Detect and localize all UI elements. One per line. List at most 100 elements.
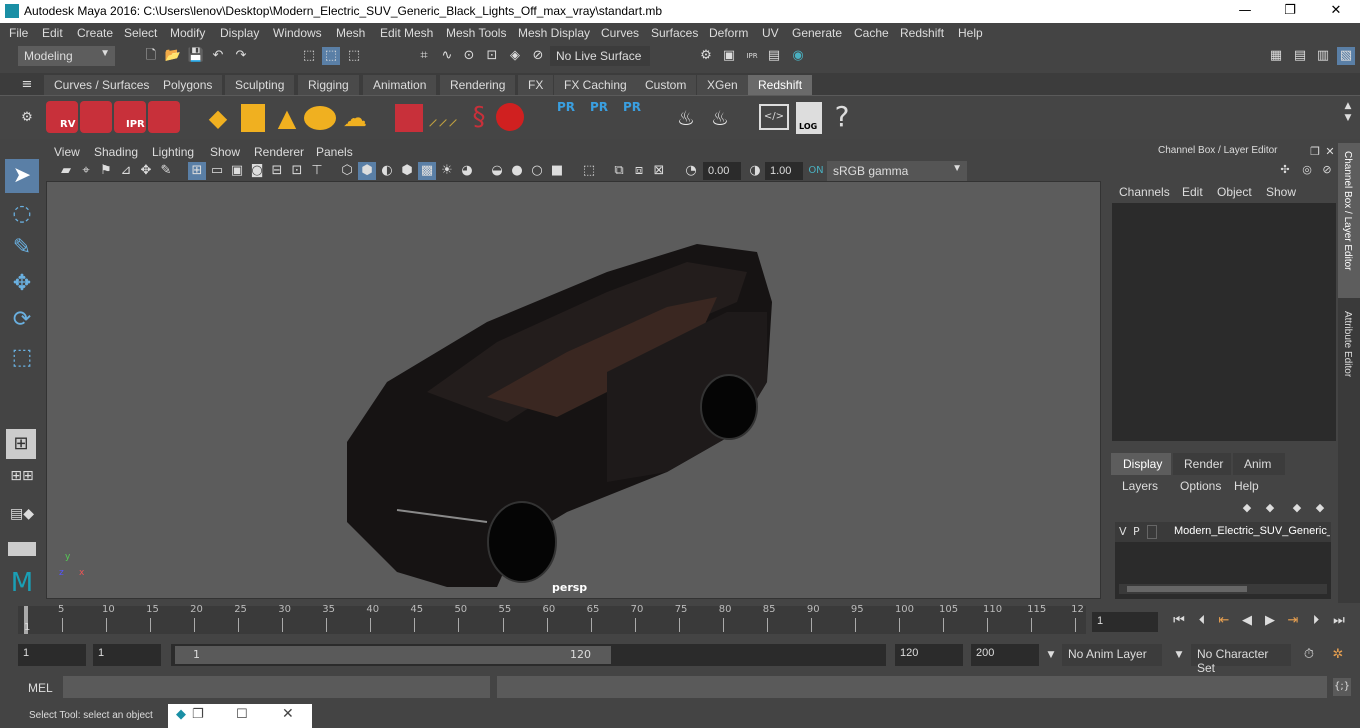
menu-modify[interactable]: Modify [170,26,205,40]
step-back-key-icon[interactable]: ⇤ [1215,612,1233,630]
suv-model[interactable] [47,182,1102,600]
2d-pan-zoom-icon[interactable]: ✥ [137,162,155,180]
film-gate-icon[interactable]: ▭ [208,162,226,180]
ipr-render-icon[interactable]: IPR [743,47,761,65]
menu-uv[interactable]: UV [762,26,779,40]
mode-dropdown[interactable]: Modeling ▼ [18,46,115,66]
channel-menu-channels[interactable]: Channels [1119,185,1170,199]
menu-mesh[interactable]: Mesh [336,26,365,40]
xray-icon[interactable]: ⧉ [610,162,628,180]
restore-window-icon[interactable]: ❐ [192,707,204,722]
render-settings-icon[interactable]: ⚙ [697,47,715,65]
help-icon[interactable]: ? [830,100,854,134]
menu-help[interactable]: Help [958,26,983,40]
layer-row[interactable]: V P Modern_Electric_SUV_Generic_ [1115,522,1331,542]
shadows-icon[interactable]: ◕ [458,162,476,180]
step-forward-key-icon[interactable]: ⇥ [1284,612,1302,630]
layer-list-scroll-thumb[interactable] [1127,586,1247,592]
character-set-dropdown[interactable]: No Character Set [1191,644,1291,675]
shelf-tab-redshift[interactable]: Redshift [748,75,813,95]
textured-icon[interactable]: ▩ [418,162,436,180]
pr-sync-icon[interactable]: PR [619,100,645,134]
shelf-settings-gear-icon[interactable]: ⚙ [18,109,36,127]
shelf-scrollbar[interactable]: ▲ ▼ [1340,100,1356,136]
redshift-hair-icon[interactable]: ⸝⸝⸝ [428,104,458,132]
menu-select[interactable]: Select [124,26,157,40]
move-layer-up-icon[interactable]: ◆ [1238,499,1256,517]
new-scene-icon[interactable]: 🗋 [142,47,160,65]
viewport-menu-panels[interactable]: Panels [316,145,353,159]
paint-select-tool-icon[interactable]: ✎ [5,231,39,265]
shelf-tab-polygons[interactable]: Polygons [153,75,223,95]
outliner-layout-icon[interactable]: ▤◆ [8,506,36,534]
menu-cache[interactable]: Cache [854,26,889,40]
menu-surfaces[interactable]: Surfaces [651,26,698,40]
animation-preferences-icon[interactable]: ✲ [1329,646,1347,664]
wireframe-on-shaded-icon[interactable]: ◐ [378,162,396,180]
redshift-sun-sky-icon[interactable]: ☁ [339,104,371,132]
layer-tab-render[interactable]: Render [1173,453,1231,475]
redshift-portal-light-icon[interactable] [241,104,265,132]
redo-icon[interactable]: ↷ [232,47,250,65]
menu-redshift[interactable]: Redshift [900,26,944,40]
menu-mesh-tools[interactable]: Mesh Tools [446,26,506,40]
shelf-tab-fx[interactable]: FX [518,75,554,95]
field-chart-icon[interactable]: ⊟ [268,162,286,180]
layer-menu-layers[interactable]: Layers [1122,479,1158,493]
tool-settings-toggle-icon[interactable]: ▥ [1314,47,1332,65]
screen-space-ao-icon[interactable]: ◒ [488,162,506,180]
layer-list-scrollbar[interactable] [1119,584,1327,594]
wireframe-icon[interactable]: ⬡ [338,162,356,180]
viewport-menu-show[interactable]: Show [210,145,240,159]
layer-color-swatch[interactable] [1147,525,1157,539]
go-to-end-icon[interactable]: ⏭ [1330,612,1348,630]
menu-edit-mesh[interactable]: Edit Mesh [380,26,433,40]
xray-components-icon[interactable]: ⊠ [650,162,668,180]
shelf-tab-sculpting[interactable]: Sculpting [225,75,295,95]
shelf-tab-rendering[interactable]: Rendering [440,75,516,95]
taskbar-thumbnail[interactable]: ◆ ❐ ☐ ✕ [168,704,312,728]
move-layer-down-icon[interactable]: ◆ [1261,499,1279,517]
range-slider[interactable]: 1 120 [171,644,886,666]
menu-deform[interactable]: Deform [709,26,748,40]
snap-grid-icon[interactable]: ⌗ [415,47,433,65]
safe-title-icon[interactable]: ⊤ [308,162,326,180]
depth-of-field-icon[interactable]: ■ [548,162,566,180]
maya-window-icon[interactable]: ◆ [176,707,186,722]
menu-edit[interactable]: Edit [42,26,63,40]
select-component-icon[interactable]: ⬚ [345,47,363,65]
render-frame-icon[interactable]: ▣ [720,47,738,65]
new-layer-selected-icon[interactable]: ◆ [1311,499,1329,517]
color-management-icon[interactable]: ON [807,162,825,180]
menu-mesh-display[interactable]: Mesh Display [518,26,590,40]
layer-menu-options[interactable]: Options [1180,479,1221,493]
layer-menu-help[interactable]: Help [1234,479,1259,493]
anti-aliasing-icon[interactable]: ○ [528,162,546,180]
maximize-window-icon[interactable]: ☐ [236,707,248,722]
playback-end-field[interactable]: 120 [895,644,963,666]
shelf-tab-curves-surfaces[interactable]: Curves / Surfaces [44,75,160,95]
close-button[interactable]: ✕ [1313,0,1359,23]
redshift-volume-icon[interactable]: § [465,102,493,132]
grease-pencil-icon[interactable]: ✎ [157,162,175,180]
menu-curves[interactable]: Curves [601,26,639,40]
viewport-panel[interactable]: y z x persp [46,181,1101,599]
select-object-icon[interactable]: ⬚ [322,47,340,65]
exposure-icon[interactable]: ◔ [682,162,700,180]
isolate-select-icon[interactable]: ⬚ [580,162,598,180]
snap-surface-icon[interactable]: ◈ [506,47,524,65]
shelf-tab-rigging[interactable]: Rigging [298,75,359,95]
shelf-menu-icon[interactable]: ≡ [18,76,36,94]
current-frame-field[interactable]: 1 [1092,612,1158,632]
exposure-field[interactable]: 0.00 [703,162,741,180]
maximize-button[interactable]: ❐ [1267,0,1313,23]
pr-render-icon[interactable]: PR [553,100,579,134]
menu-windows[interactable]: Windows [273,26,322,40]
open-scene-icon[interactable]: 📂 [164,47,182,65]
command-input[interactable] [63,676,490,698]
side-tab-channel-box[interactable]: Channel Box / Layer Editor [1338,143,1360,298]
grid-toggle-icon[interactable]: ⊞ [188,162,206,180]
workspace-layout-icon[interactable]: ▦ [1267,47,1285,65]
channel-menu-object[interactable]: Object [1217,185,1252,199]
colorspace-dropdown[interactable]: sRGB gamma ▼ [827,161,967,181]
